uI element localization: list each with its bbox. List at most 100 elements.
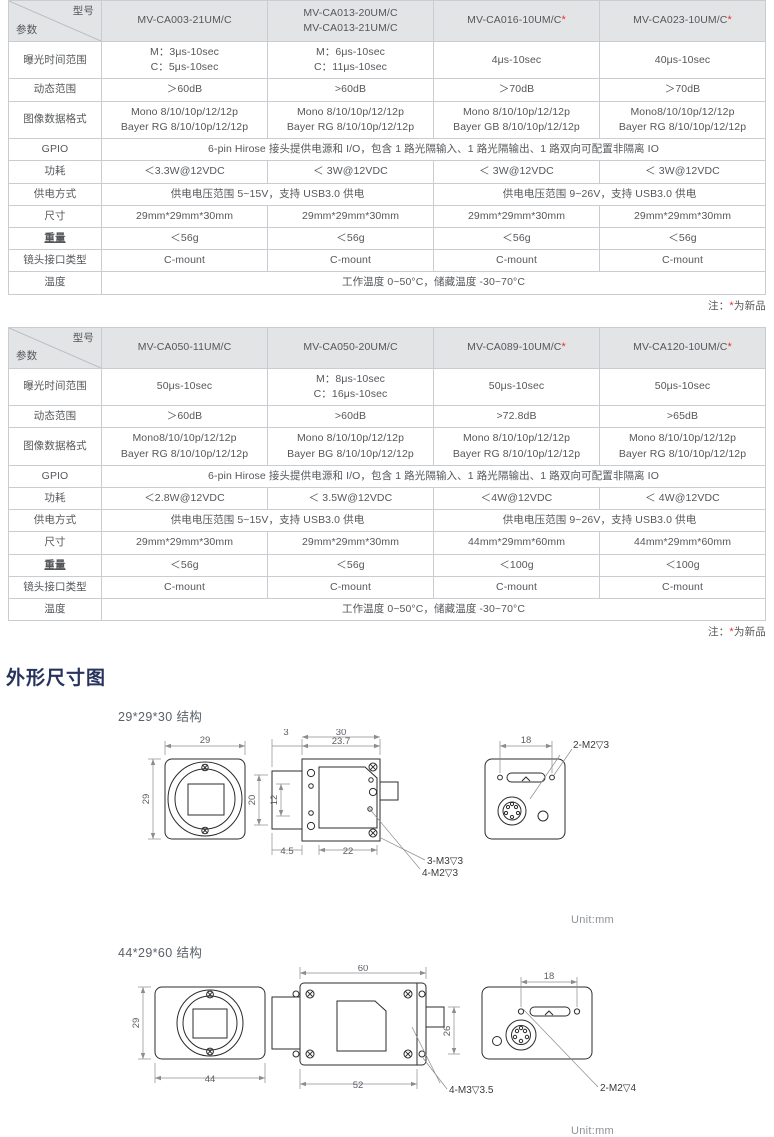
table-cell: 29mm*29mm*30mm bbox=[101, 204, 268, 228]
side-hole-1-icon bbox=[306, 769, 316, 778]
table-cell: C-mount bbox=[267, 249, 434, 273]
table-cell: Mono 8/10/10p/12/12p Bayer RG 8/10/10p/12… bbox=[101, 100, 268, 140]
side-hole-5-icon bbox=[368, 777, 374, 783]
dim-side-22: 22 bbox=[343, 846, 354, 857]
table-cell: 50μs-10sec bbox=[433, 367, 600, 407]
table-cell-span: 供电电压范围 5~15V，支持 USB3.0 供电 bbox=[101, 509, 434, 533]
table-cell-span: 6-pin Hirose 接头提供电源和 I/O，包含 1 路光隔输入、1 路光… bbox=[101, 138, 766, 162]
cell-line: Mono 8/10/10p/12/12p bbox=[628, 432, 737, 445]
callout-m3-2: 4-M3▽3.5 bbox=[449, 1085, 494, 1096]
screw-cross-icon bbox=[404, 991, 412, 998]
spec-table-1-body: 曝光时间范围 M：3μs-10sec C：5μs-10sec M：6μs-10se… bbox=[8, 40, 766, 295]
table-cell: M：8μs-10sec C：16μs-10sec bbox=[267, 367, 434, 407]
row-label: 曝光时间范围 bbox=[8, 367, 102, 407]
screw-cross-icon bbox=[369, 764, 377, 771]
cell-line: M：6μs-10sec bbox=[315, 46, 385, 58]
row-label: 供电方式 bbox=[8, 182, 102, 206]
table-cell: 29mm*29mm*30mm bbox=[267, 204, 434, 228]
unit-label-2: Unit:mm bbox=[570, 1125, 614, 1137]
side-hole-tr-icon bbox=[418, 990, 426, 998]
cell-line: M：8μs-10sec bbox=[315, 372, 385, 385]
model-name: MV-CA050-20UM/C bbox=[303, 341, 398, 354]
drawing-svg-2: 29 44 60 26 52 4-M3▽3.5 18 2-M2▽4 bbox=[131, 965, 636, 1096]
corner-model-label: 型号 bbox=[72, 331, 94, 344]
dim-side-h12: 12 bbox=[269, 795, 280, 806]
table-row-lens-mount: 镜头接口类型 C-mount C-mount C-mount C-mount bbox=[8, 249, 766, 273]
side-hole-4-icon bbox=[308, 810, 314, 817]
dim-side-26: 26 bbox=[442, 1026, 453, 1037]
table-row-size: 尺寸 29mm*29mm*30mm 29mm*29mm*30mm 44mm*29… bbox=[8, 531, 766, 555]
table-row-power-supply: 供电方式 供电电压范围 5~15V，支持 USB3.0 供电 供电电压范围 9~… bbox=[8, 509, 766, 533]
side-hole-tl-icon bbox=[292, 990, 300, 998]
cell-line: C：16μs-10sec bbox=[313, 387, 388, 400]
hirose-connector-outer-2 bbox=[505, 1019, 537, 1051]
usb-connector-side bbox=[379, 781, 399, 801]
table-cell: 40μs-10sec bbox=[599, 40, 766, 80]
drawing-44x29x60: 29 44 60 26 52 4-M3▽3.5 18 2-M2▽4 bbox=[0, 965, 774, 1125]
side-hole-bl-icon bbox=[292, 1050, 300, 1058]
dim-front-width: 29 bbox=[200, 735, 211, 746]
screw-cross-icon bbox=[404, 1051, 412, 1058]
table-row-gpio: GPIO 6-pin Hirose 接头提供电源和 I/O，包含 1 路光隔输入… bbox=[8, 464, 766, 488]
cell-line: Bayer RG 8/10/10p/12/12p bbox=[618, 447, 747, 460]
spec-table-2-body: 曝光时间范围 50μs-10sec M：8μs-10sec C：16μs-10se… bbox=[8, 367, 766, 622]
table-cell: >65dB bbox=[599, 405, 766, 429]
table-cell: Mono8/10/10p/12/12p Bayer RG 8/10/10p/12/… bbox=[101, 427, 268, 466]
screw-cross-icon bbox=[306, 1051, 314, 1058]
table-cell: ＜100g bbox=[599, 553, 766, 577]
unit-label-1: Unit:mm bbox=[570, 914, 614, 927]
table-cell: M：6μs-10sec C：11μs-10sec bbox=[267, 40, 434, 80]
dim-side-h20: 20 bbox=[247, 795, 258, 806]
dim-rear-18-2: 18 bbox=[544, 971, 555, 982]
table-2-note: 注：*为新品 bbox=[8, 624, 766, 639]
table-cell: Mono8/10/10p/12/12p Bayer RG 8/10/10p/12/… bbox=[599, 100, 766, 140]
table-row-dynamic-range: 动态范围 ＞60dB >60dB >72.8dB >65dB bbox=[8, 405, 766, 429]
dim-rear-18: 18 bbox=[521, 735, 532, 746]
cell-line: Mono 8/10/10p/12/12p bbox=[130, 105, 239, 118]
note-suffix: 为新品 bbox=[733, 626, 766, 639]
table-header-row: 型号 参数 MV-CA050-11UM/C MV-CA050-20UM/C MV… bbox=[8, 326, 766, 369]
side-inner-panel-2 bbox=[336, 1000, 387, 1052]
callout-m3: 3-M3▽3 bbox=[427, 856, 463, 867]
hirose-pin-icon bbox=[522, 1029, 528, 1034]
hirose-pin-icon bbox=[509, 802, 515, 807]
cell-line: Mono 8/10/10p/12/12p bbox=[462, 432, 571, 445]
dim-side-total-2: 60 bbox=[358, 965, 369, 974]
table-cell: ＜56g bbox=[267, 553, 434, 577]
cell-line: Bayer RG 8/10/10p/12/12p bbox=[286, 120, 415, 133]
row-label: 温度 bbox=[8, 271, 102, 295]
dim-front-height: 29 bbox=[141, 794, 152, 805]
model-name-alt: MV-CA013-21UM/C bbox=[303, 22, 398, 34]
cell-line: Mono 8/10/10p/12/12p bbox=[462, 105, 571, 118]
new-product-star-icon: * bbox=[561, 340, 566, 353]
table-cell: 29mm*29mm*30mm bbox=[433, 204, 600, 228]
table-cell: 50μs-10sec bbox=[101, 367, 268, 407]
row-label: GPIO bbox=[8, 138, 102, 162]
screw-cross-icon bbox=[369, 830, 377, 837]
table-cell: ＞60dB bbox=[101, 78, 268, 102]
table-row-lens-mount: 镜头接口类型 C-mount C-mount C-mount C-mount bbox=[8, 575, 766, 600]
lens-mount-side-2 bbox=[271, 996, 301, 1050]
spec-table-2: 型号 参数 MV-CA050-11UM/C MV-CA050-20UM/C MV… bbox=[8, 326, 766, 622]
dim-side-52: 52 bbox=[353, 1080, 364, 1091]
row-label: 图像数据格式 bbox=[8, 427, 102, 466]
table-cell-span: 工作温度 0~50°C，储藏温度 -30~70°C bbox=[101, 598, 766, 622]
row-label: 重量 bbox=[8, 226, 102, 251]
cell-line: C：11μs-10sec bbox=[314, 61, 387, 74]
table-cell: C-mount bbox=[599, 575, 766, 600]
table-row-weight: 重量 ＜56g ＜56g ＜100g ＜100g bbox=[8, 553, 766, 577]
drawing-title-2: 44*29*60 结构 bbox=[118, 946, 203, 961]
dim-front-width-2: 44 bbox=[205, 1074, 216, 1085]
dimension-lines-front bbox=[148, 741, 246, 840]
table-row-pixel-format: 图像数据格式 Mono8/10/10p/12/12p Bayer RG 8/10/… bbox=[8, 427, 766, 466]
lens-outer-circle bbox=[167, 761, 243, 837]
hirose-pin-icon bbox=[505, 805, 511, 810]
model-header-1: MV-CA003-21UM/C bbox=[101, 0, 268, 42]
new-product-star-icon: * bbox=[561, 14, 566, 27]
table-cell-span: 供电电压范围 9~26V，支持 USB3.0 供电 bbox=[433, 509, 766, 533]
table-cell: >60dB bbox=[267, 78, 434, 102]
table-cell: M：3μs-10sec C：5μs-10sec bbox=[101, 40, 268, 80]
usb-port-notch bbox=[521, 776, 531, 782]
row-label: GPIO bbox=[8, 464, 102, 488]
cell-line: Mono8/10/10p/12/12p bbox=[630, 105, 735, 118]
